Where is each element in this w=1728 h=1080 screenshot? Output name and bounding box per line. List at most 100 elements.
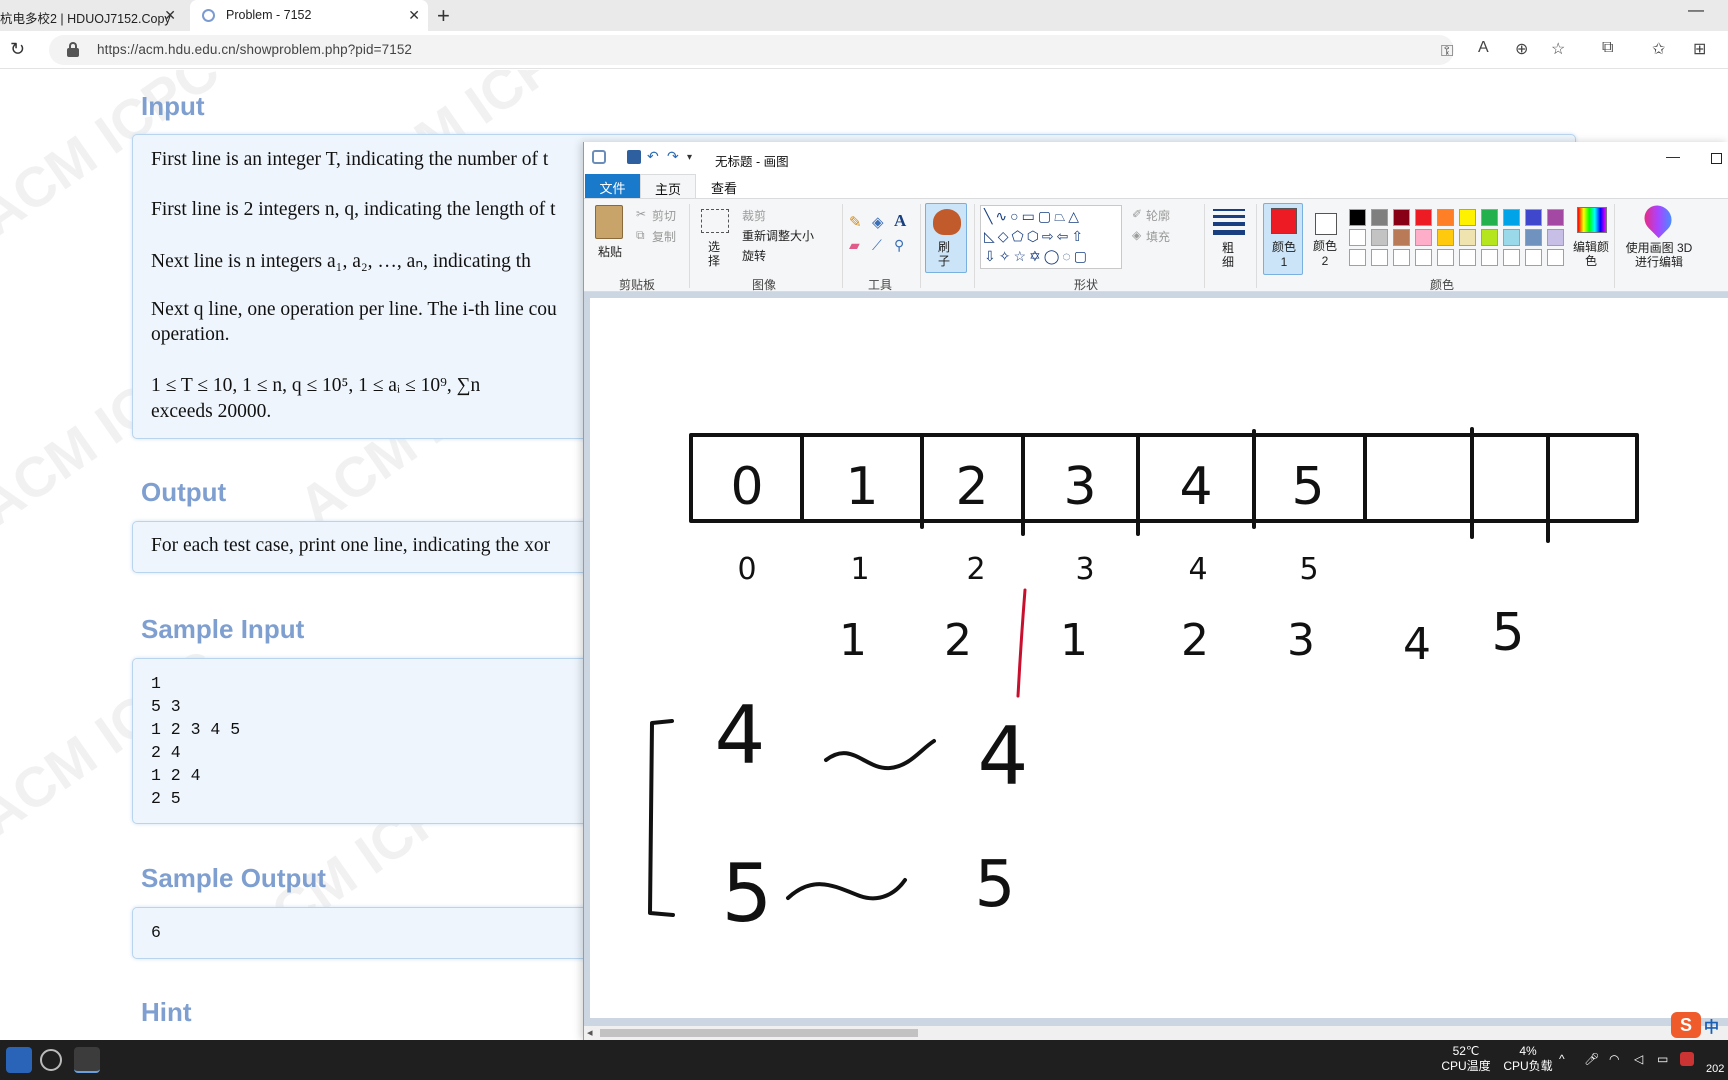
custom-color-slot[interactable]	[1459, 249, 1476, 266]
custom-color-slot[interactable]	[1503, 249, 1520, 266]
url-bar[interactable]: https://acm.hdu.edu.cn/showproblem.php?p…	[49, 35, 1454, 65]
select-button[interactable]: 选择	[708, 240, 722, 268]
fill-bucket-icon[interactable]: ◈	[872, 213, 884, 231]
palette-swatch[interactable]	[1437, 209, 1454, 226]
tab-view[interactable]: 查看	[696, 174, 752, 198]
minimize-icon[interactable]: —	[1666, 148, 1680, 164]
palette-swatch[interactable]	[1525, 229, 1542, 246]
volume-icon[interactable]: ◁	[1634, 1052, 1643, 1067]
battery-icon[interactable]: ▭	[1657, 1052, 1668, 1067]
tab-file[interactable]: 文件	[585, 174, 640, 198]
scroll-left-icon[interactable]: ◂	[587, 1026, 593, 1039]
palette-swatch[interactable]	[1371, 229, 1388, 246]
custom-color-slot[interactable]	[1371, 249, 1388, 266]
paint3d-icon[interactable]	[1638, 199, 1678, 239]
palette-swatch[interactable]	[1415, 209, 1432, 226]
custom-color-slot[interactable]	[1547, 249, 1564, 266]
paste-icon[interactable]	[595, 205, 623, 239]
custom-color-slot[interactable]	[1415, 249, 1432, 266]
palette-swatch[interactable]	[1481, 209, 1498, 226]
palette-swatch[interactable]	[1547, 229, 1564, 246]
custom-color-slot[interactable]	[1481, 249, 1498, 266]
palette-swatch[interactable]	[1503, 209, 1520, 226]
paste-button[interactable]: 粘贴	[598, 243, 622, 260]
resize-button[interactable]: 重新调整大小	[742, 227, 814, 244]
palette-swatch[interactable]	[1481, 229, 1498, 246]
palette-swatch[interactable]	[1371, 209, 1388, 226]
palette-swatch[interactable]	[1393, 229, 1410, 246]
pencil-icon[interactable]: ✎	[849, 213, 862, 231]
cut-button[interactable]: 剪切	[652, 207, 676, 224]
eraser-icon[interactable]: ▰	[849, 237, 860, 254]
tab-hduoj-copy[interactable]: 杭电多校2 | HDUOJ7152.Copy ✕	[0, 0, 184, 31]
save-icon[interactable]	[627, 150, 641, 164]
palette-swatch[interactable]	[1437, 229, 1454, 246]
input-line: operation.	[151, 324, 230, 345]
edit-colors-button[interactable]: 编辑颜色	[1573, 240, 1609, 268]
palette-swatch[interactable]	[1525, 209, 1542, 226]
favorite-add-icon[interactable]: ☆	[1551, 39, 1565, 59]
drawing-canvas[interactable]: 0 1 2 3 4 5 0 1 2 3 4 5 1 2 1 2 3 4 5 4 …	[590, 298, 1728, 1018]
palette-swatch[interactable]	[1459, 209, 1476, 226]
key-icon[interactable]: ⚿	[1441, 43, 1453, 61]
horizontal-scrollbar[interactable]: ◂	[584, 1026, 1728, 1040]
line-size-icon[interactable]	[1213, 209, 1245, 235]
maximize-icon[interactable]	[1711, 153, 1722, 164]
minimize-icon[interactable]: —	[1688, 2, 1704, 20]
size-button[interactable]: 粗细	[1222, 241, 1236, 269]
read-aloud-icon[interactable]: A	[1478, 39, 1489, 57]
microphone-icon[interactable]: 🎤︎	[1584, 1052, 1599, 1067]
text-tool-icon[interactable]: A	[894, 211, 906, 231]
ime-mode-label[interactable]: 中	[1704, 1016, 1719, 1037]
magnifier-icon[interactable]: ⚲	[894, 237, 904, 254]
close-icon[interactable]: ✕	[164, 7, 176, 24]
app-tray-icon[interactable]	[1680, 1052, 1694, 1066]
custom-color-slot[interactable]	[1349, 249, 1366, 266]
start-icon[interactable]	[6, 1047, 32, 1073]
rotate-button[interactable]: 旋转	[742, 247, 766, 264]
custom-color-slot[interactable]	[1525, 249, 1542, 266]
copy-button[interactable]: 复制	[652, 228, 676, 245]
lock-icon[interactable]	[67, 42, 79, 57]
new-tab-icon[interactable]: +	[437, 3, 450, 29]
extensions-icon[interactable]: ⧉	[1602, 39, 1613, 57]
select-icon[interactable]	[701, 209, 729, 233]
ime-logo-icon[interactable]: S	[1671, 1012, 1701, 1038]
chevron-up-icon[interactable]: ^	[1559, 1052, 1565, 1067]
index-2: 2	[966, 552, 985, 587]
clock[interactable]: 202	[1706, 1062, 1724, 1077]
custom-color-slot[interactable]	[1437, 249, 1454, 266]
color2-button[interactable]: 颜色 2	[1305, 203, 1345, 275]
shapes-gallery[interactable]: ╲∿○▭▢⏢△ ◺◇⬠⬡⇨⇦⇧ ⇩✧☆✡◯◌▢	[980, 205, 1122, 269]
brush-button[interactable]: 刷子	[925, 203, 967, 273]
wifi-icon[interactable]: ◠	[1609, 1052, 1619, 1067]
tab-problem-7152[interactable]: Problem - 7152 ✕	[190, 0, 428, 31]
redo-icon[interactable]: ↷	[667, 148, 681, 164]
outline-button[interactable]: 轮廓	[1146, 207, 1170, 224]
close-icon[interactable]: ✕	[408, 7, 420, 24]
palette-swatch[interactable]	[1503, 229, 1520, 246]
scroll-thumb[interactable]	[600, 1029, 918, 1037]
tab-home[interactable]: 主页	[640, 174, 696, 198]
collections-icon[interactable]: ⊞	[1693, 39, 1706, 59]
fill-button[interactable]: 填充	[1146, 228, 1170, 245]
favorites-icon[interactable]: ✩	[1652, 39, 1665, 59]
color-picker-icon[interactable]: ⟋	[872, 237, 882, 254]
chevron-down-icon[interactable]: ▾	[687, 152, 701, 166]
palette-swatch[interactable]	[1459, 229, 1476, 246]
palette-swatch[interactable]	[1547, 209, 1564, 226]
custom-color-slot[interactable]	[1393, 249, 1410, 266]
paint3d-button[interactable]: 使用画图 3D 进行编辑	[1622, 241, 1696, 269]
reload-icon[interactable]: ↻	[10, 39, 25, 60]
palette-swatch[interactable]	[1415, 229, 1432, 246]
edit-colors-icon[interactable]	[1577, 207, 1607, 233]
palette-swatch[interactable]	[1349, 229, 1366, 246]
palette-swatch[interactable]	[1393, 209, 1410, 226]
browser-taskbar-icon[interactable]	[40, 1049, 62, 1071]
zoom-icon[interactable]: ⊕	[1515, 39, 1528, 59]
paint-taskbar-icon[interactable]	[74, 1047, 100, 1073]
crop-button[interactable]: 裁剪	[742, 207, 766, 224]
undo-icon[interactable]: ↶	[647, 148, 661, 164]
color1-button[interactable]: 颜色 1	[1263, 203, 1303, 275]
palette-swatch[interactable]	[1349, 209, 1366, 226]
